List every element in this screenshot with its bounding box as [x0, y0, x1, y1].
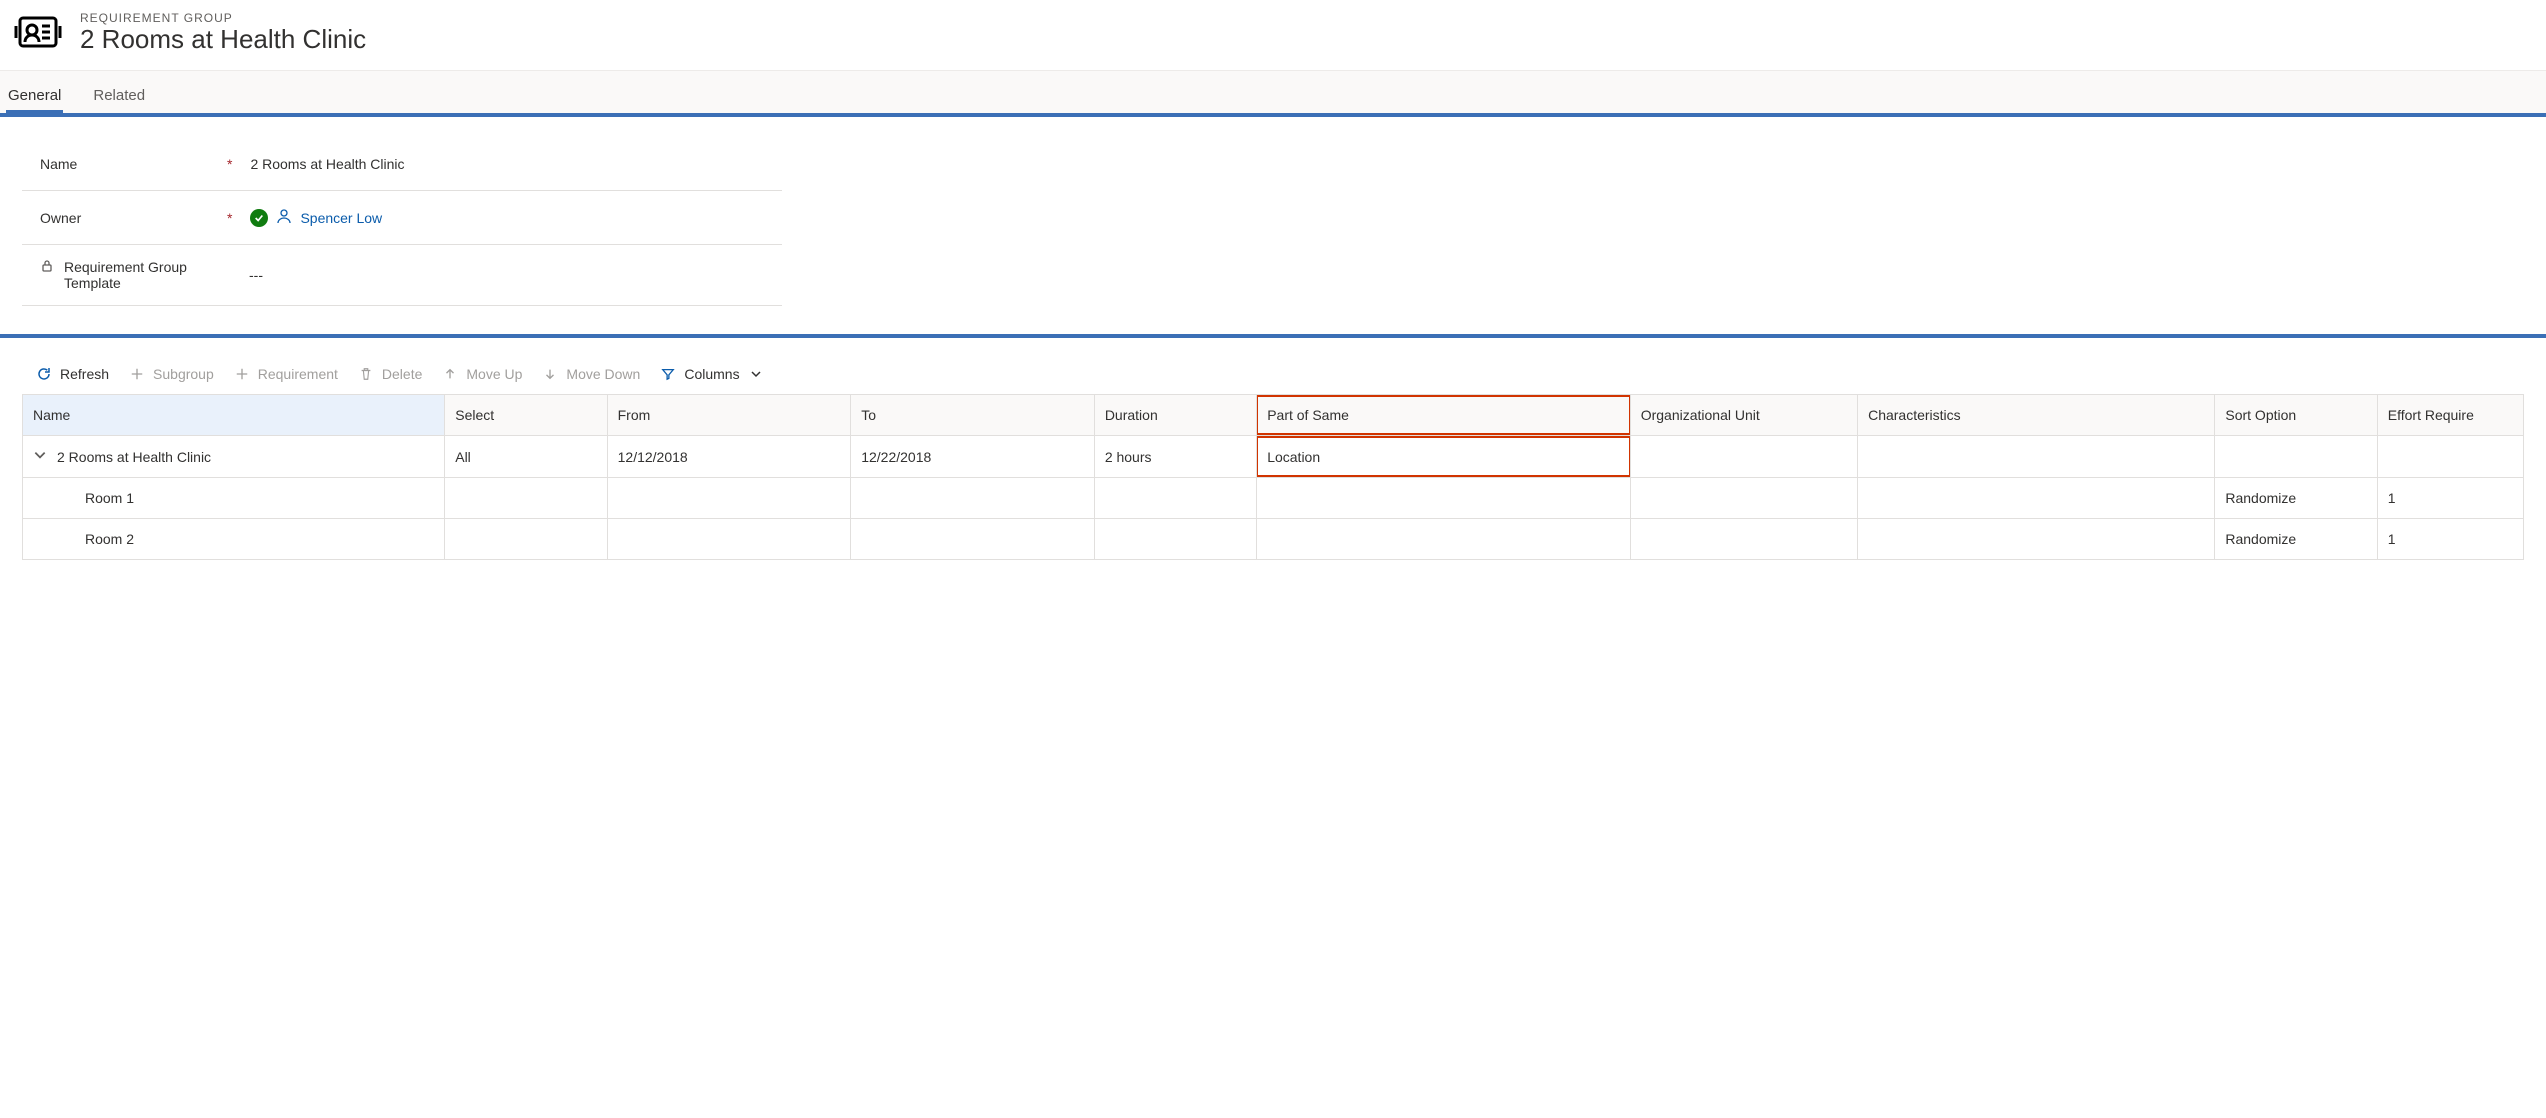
cell-select[interactable] — [445, 519, 607, 560]
col-header-select[interactable]: Select — [445, 395, 607, 436]
cell-select[interactable]: All — [445, 436, 607, 478]
trash-icon — [358, 366, 374, 382]
cell-org-unit[interactable] — [1630, 478, 1857, 519]
row-name[interactable]: Room 1 — [23, 478, 445, 519]
move-up-button[interactable]: Move Up — [442, 366, 522, 382]
entity-type-label: REQUIREMENT GROUP — [80, 11, 366, 25]
row-expand-toggle[interactable]: 2 Rooms at Health Clinic — [33, 448, 211, 465]
arrow-down-icon — [542, 366, 558, 382]
presence-icon — [250, 209, 268, 227]
form-section: Name * 2 Rooms at Health Clinic Owner * … — [0, 117, 2546, 334]
lock-icon — [40, 259, 54, 276]
col-header-name[interactable]: Name — [23, 395, 445, 436]
columns-label: Columns — [684, 366, 739, 382]
owner-label: Owner — [40, 210, 81, 226]
col-header-characteristics[interactable]: Characteristics — [1858, 395, 2215, 436]
section-divider — [0, 334, 2546, 338]
tab-related[interactable]: Related — [91, 81, 147, 113]
col-header-to[interactable]: To — [851, 395, 1095, 436]
col-header-from[interactable]: From — [607, 395, 851, 436]
cell-to[interactable]: 12/22/2018 — [851, 436, 1095, 478]
field-owner: Owner * Spencer Low — [22, 191, 782, 245]
cell-org-unit[interactable] — [1630, 519, 1857, 560]
refresh-button[interactable]: Refresh — [36, 366, 109, 382]
delete-label: Delete — [382, 366, 422, 382]
plus-icon — [129, 366, 145, 382]
subgroup-button[interactable]: Subgroup — [129, 366, 214, 382]
template-label: Requirement Group Template — [64, 259, 219, 291]
cell-effort[interactable]: 1 — [2377, 519, 2523, 560]
required-indicator: * — [227, 210, 242, 226]
col-header-effort[interactable]: Effort Require — [2377, 395, 2523, 436]
cell-duration[interactable]: 2 hours — [1094, 436, 1256, 478]
cell-org-unit[interactable] — [1630, 436, 1857, 478]
field-name: Name * 2 Rooms at Health Clinic — [22, 137, 782, 191]
cell-part-of-same[interactable]: Location — [1257, 436, 1631, 478]
refresh-icon — [36, 366, 52, 382]
table-row[interactable]: Room 2 Randomize 1 — [23, 519, 2524, 560]
cell-characteristics[interactable] — [1858, 519, 2215, 560]
columns-button[interactable]: Columns — [660, 366, 763, 382]
entity-icon — [14, 8, 62, 56]
refresh-label: Refresh — [60, 366, 109, 382]
move-down-label: Move Down — [566, 366, 640, 382]
row-name[interactable]: Room 2 — [23, 519, 445, 560]
tab-general[interactable]: General — [6, 81, 63, 113]
table-row[interactable]: Room 1 Randomize 1 — [23, 478, 2524, 519]
col-header-sort-option[interactable]: Sort Option — [2215, 395, 2377, 436]
cell-to[interactable] — [851, 519, 1095, 560]
cell-from[interactable] — [607, 519, 851, 560]
requirements-grid: Name Select From To Duration Part of Sam… — [0, 394, 2546, 600]
page-title: 2 Rooms at Health Clinic — [80, 25, 366, 54]
cell-select[interactable] — [445, 478, 607, 519]
name-value[interactable]: 2 Rooms at Health Clinic — [242, 142, 782, 186]
cell-sort-option[interactable]: Randomize — [2215, 478, 2377, 519]
col-header-org-unit[interactable]: Organizational Unit — [1630, 395, 1857, 436]
cell-to[interactable] — [851, 478, 1095, 519]
cell-characteristics[interactable] — [1858, 436, 2215, 478]
required-indicator: * — [227, 156, 242, 172]
filter-icon — [660, 366, 676, 382]
chevron-down-icon — [33, 448, 47, 465]
template-value: --- — [241, 253, 782, 297]
owner-link[interactable]: Spencer Low — [300, 210, 382, 226]
field-template: Requirement Group Template --- — [22, 245, 782, 306]
cell-part-of-same[interactable] — [1257, 478, 1631, 519]
cell-duration[interactable] — [1094, 478, 1256, 519]
tab-bar: General Related — [0, 70, 2546, 113]
table-row[interactable]: 2 Rooms at Health Clinic All 12/12/2018 … — [23, 436, 2524, 478]
cell-effort[interactable] — [2377, 436, 2523, 478]
grid-header-row: Name Select From To Duration Part of Sam… — [23, 395, 2524, 436]
move-down-button[interactable]: Move Down — [542, 366, 640, 382]
row-name: 2 Rooms at Health Clinic — [57, 449, 211, 465]
cell-characteristics[interactable] — [1858, 478, 2215, 519]
col-header-part-of-same[interactable]: Part of Same — [1257, 395, 1631, 436]
subgroup-label: Subgroup — [153, 366, 214, 382]
grid-toolbar: Refresh Subgroup Requirement Delete — [22, 354, 2524, 394]
cell-duration[interactable] — [1094, 519, 1256, 560]
page-header: REQUIREMENT GROUP 2 Rooms at Health Clin… — [0, 0, 2546, 70]
col-header-duration[interactable]: Duration — [1094, 395, 1256, 436]
arrow-up-icon — [442, 366, 458, 382]
delete-button[interactable]: Delete — [358, 366, 422, 382]
plus-icon — [234, 366, 250, 382]
requirement-button[interactable]: Requirement — [234, 366, 338, 382]
requirement-label: Requirement — [258, 366, 338, 382]
cell-from[interactable]: 12/12/2018 — [607, 436, 851, 478]
cell-effort[interactable]: 1 — [2377, 478, 2523, 519]
person-icon — [276, 208, 292, 227]
cell-part-of-same[interactable] — [1257, 519, 1631, 560]
chevron-down-icon — [748, 366, 764, 382]
cell-sort-option[interactable] — [2215, 436, 2377, 478]
name-label: Name — [40, 156, 77, 172]
cell-sort-option[interactable]: Randomize — [2215, 519, 2377, 560]
move-up-label: Move Up — [466, 366, 522, 382]
cell-from[interactable] — [607, 478, 851, 519]
